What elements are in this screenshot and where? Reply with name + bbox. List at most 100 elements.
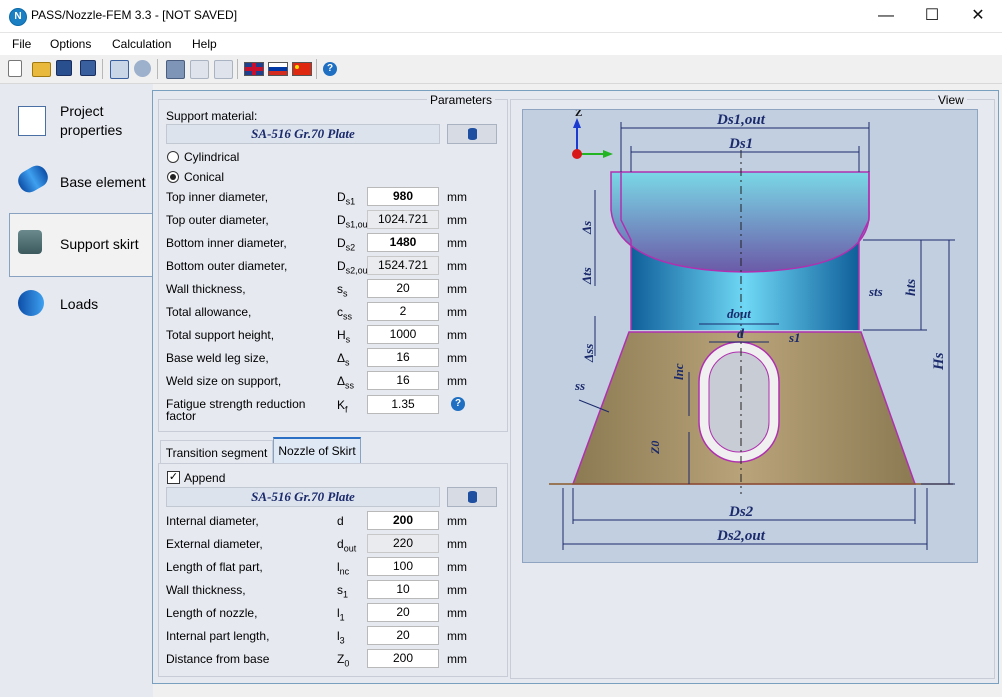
append-checkbox[interactable]: ✓ — [167, 471, 180, 484]
param-label: Length of flat part, — [166, 560, 263, 574]
flag-russia-icon[interactable] — [268, 62, 288, 76]
param-symbol-main: d — [337, 537, 344, 551]
param-symbol-main: d — [337, 514, 344, 528]
param-symbol: ss — [337, 282, 348, 298]
param-symbol: dout — [337, 537, 356, 553]
param-label: External diameter, — [166, 537, 263, 551]
dim-ds1: Ds1 — [728, 136, 753, 152]
view-canvas[interactable]: Z Ds1,out Ds1 Δs Δts hts sts dout d s1 Δ… — [522, 109, 978, 563]
param-value-input[interactable]: 980 — [367, 187, 439, 206]
param-symbol: Z0 — [337, 652, 349, 668]
param-symbol-sub: s2,ou — [345, 265, 368, 276]
view-caption: View — [935, 93, 967, 107]
gears-icon[interactable] — [134, 60, 151, 77]
toolbar-separator — [157, 59, 158, 79]
fatigue-symbol: Kf — [337, 398, 348, 414]
parameters-caption: Parameters — [427, 93, 496, 107]
param-value-input[interactable]: 16 — [367, 371, 439, 390]
menu-file[interactable]: File — [12, 37, 31, 51]
radio-cylindrical[interactable] — [167, 151, 179, 163]
dim-z0: Z0 — [648, 441, 662, 455]
param-label: Internal part length, — [166, 629, 270, 643]
param-symbol: Hs — [337, 328, 350, 344]
param-value-input[interactable]: 2 — [367, 302, 439, 321]
param-label: Distance from base — [166, 652, 270, 666]
radio-conical-label: Conical — [184, 170, 225, 184]
minimize-button[interactable]: — — [863, 0, 909, 32]
table-icon[interactable] — [214, 60, 233, 79]
dim-hts: hts — [904, 278, 919, 296]
param-symbol-main: Δ — [337, 351, 346, 365]
param-value-input[interactable]: 1480 — [367, 233, 439, 252]
flag-china-icon[interactable] — [292, 62, 312, 76]
nozzle-material-db-button[interactable] — [447, 487, 497, 507]
param-label: Total support height, — [166, 328, 275, 342]
help-icon[interactable]: ? — [323, 62, 337, 76]
report-icon[interactable] — [190, 60, 209, 79]
dim-s1: s1 — [788, 330, 801, 345]
fatigue-help-icon[interactable]: ? — [451, 397, 465, 411]
param-value-input: 1524.721 — [367, 256, 439, 275]
param-symbol: Ds1,ou — [337, 213, 368, 229]
param-symbol-sub: s — [343, 288, 348, 299]
param-symbol-sub: 1 — [343, 589, 349, 600]
param-symbol-sub: s — [345, 334, 351, 345]
param-value-input[interactable]: 200 — [367, 649, 439, 668]
calculator-icon[interactable] — [166, 60, 185, 79]
dim-ds2-out: Ds2,out — [716, 528, 766, 544]
base-element-icon — [14, 161, 52, 197]
new-file-icon[interactable] — [8, 60, 22, 77]
param-label: Bottom outer diameter, — [166, 259, 288, 273]
param-symbol: Δss — [337, 374, 354, 390]
calc-settings-icon[interactable] — [110, 60, 129, 79]
save-as-icon[interactable] — [80, 60, 96, 76]
open-folder-icon[interactable] — [32, 62, 51, 77]
support-material-field[interactable]: SA-516 Gr.70 Plate — [166, 124, 440, 144]
nav-base-element[interactable]: Base element — [10, 154, 153, 212]
nav-support-skirt[interactable]: Support skirt — [9, 213, 154, 277]
menu-calculation[interactable]: Calculation — [112, 37, 171, 51]
dim-d: d — [737, 327, 745, 342]
dim-delta-s: Δs — [579, 221, 594, 235]
support-material-label: Support material: — [166, 109, 258, 123]
param-symbol-sub: 1 — [339, 612, 345, 623]
param-value-input[interactable]: 10 — [367, 580, 439, 599]
param-symbol-main: D — [337, 190, 346, 204]
param-value-input[interactable]: 200 — [367, 511, 439, 530]
param-value-input[interactable]: 100 — [367, 557, 439, 576]
param-value-input: 220 — [367, 534, 439, 553]
radio-conical[interactable] — [167, 171, 179, 183]
param-value-input[interactable]: 20 — [367, 603, 439, 622]
close-button[interactable]: ✕ — [955, 0, 1001, 32]
nav-label: Base element — [60, 174, 146, 190]
nav-label: Project — [60, 103, 104, 119]
dim-lnc: lnc — [671, 363, 686, 380]
param-value-input[interactable]: 20 — [367, 626, 439, 645]
support-material-db-button[interactable] — [447, 124, 497, 144]
axis-triad: Z — [572, 110, 613, 159]
nav-project-properties[interactable]: Project properties — [10, 94, 153, 152]
param-unit: mm — [447, 236, 467, 250]
menu-options[interactable]: Options — [50, 37, 91, 51]
dim-ss: ss — [574, 378, 585, 393]
tab-nozzle-of-skirt[interactable]: Nozzle of Skirt — [273, 437, 361, 464]
app-logo-icon: N — [9, 8, 27, 26]
save-icon[interactable] — [56, 60, 72, 76]
param-symbol-sub: 0 — [344, 658, 350, 669]
nav-loads[interactable]: Loads — [10, 276, 153, 334]
flag-uk-icon[interactable] — [244, 62, 264, 76]
fatigue-factor-input[interactable]: 1.35 — [367, 395, 439, 414]
param-value-input[interactable]: 16 — [367, 348, 439, 367]
nozzle-material-field[interactable]: SA-516 Gr.70 Plate — [166, 487, 440, 507]
flag-uk-bar-icon — [245, 67, 263, 71]
param-value-input[interactable]: 20 — [367, 279, 439, 298]
param-value-input[interactable]: 1000 — [367, 325, 439, 344]
tab-transition-segment[interactable]: Transition segment — [160, 440, 273, 464]
param-unit: mm — [447, 560, 467, 574]
menu-help[interactable]: Help — [192, 37, 217, 51]
main-panel: Parameters Support material: SA-516 Gr.7… — [152, 90, 999, 684]
param-unit: mm — [447, 213, 467, 227]
database-icon — [468, 491, 477, 503]
maximize-button[interactable]: ☐ — [909, 0, 955, 32]
param-symbol-main: Δ — [337, 374, 346, 388]
